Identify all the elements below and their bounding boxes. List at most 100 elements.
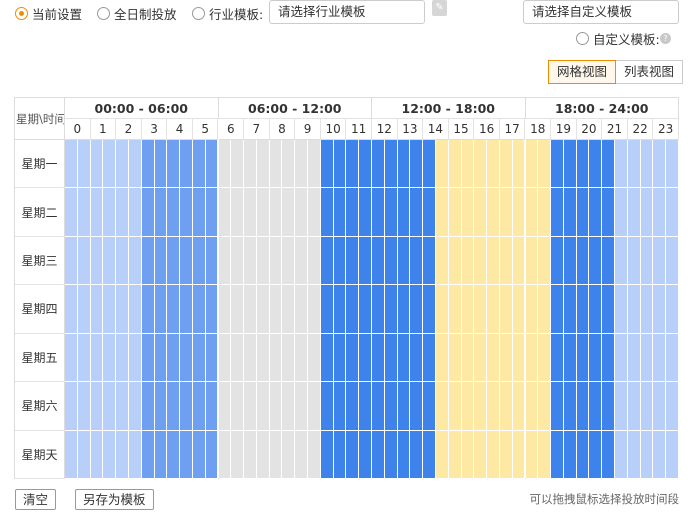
time-slot-cell[interactable] [448, 140, 462, 189]
time-slot-cell[interactable] [256, 140, 270, 189]
time-slot-cell[interactable] [499, 430, 513, 479]
time-slot-cell[interactable] [448, 430, 462, 479]
time-slot-cell[interactable] [487, 333, 500, 383]
time-slot-cell[interactable] [116, 140, 129, 189]
time-slot-cell[interactable] [487, 430, 500, 479]
time-slot-cell[interactable] [666, 382, 679, 431]
time-slot-cell[interactable] [410, 236, 424, 286]
time-slot-cell[interactable] [589, 140, 603, 189]
time-slot-cell[interactable] [269, 140, 283, 189]
radio-custom-template[interactable]: 自定义模板: [576, 27, 660, 49]
time-slot-cell[interactable] [244, 382, 257, 431]
time-slot-cell[interactable] [448, 188, 462, 237]
time-slot-cell[interactable] [474, 236, 488, 286]
time-slot-cell[interactable] [653, 382, 667, 431]
time-slot-cell[interactable] [167, 236, 181, 286]
time-slot-cell[interactable] [282, 430, 296, 479]
time-slot-cell[interactable] [589, 285, 603, 334]
time-slot-cell[interactable] [538, 236, 552, 286]
time-slot-cell[interactable] [525, 382, 539, 431]
time-slot-cell[interactable] [77, 382, 91, 431]
save-as-template-button[interactable]: 另存为模板 [75, 489, 154, 510]
time-slot-cell[interactable] [141, 236, 155, 286]
time-slot-cell[interactable] [244, 285, 257, 334]
time-slot-cell[interactable] [231, 333, 245, 383]
time-slot-cell[interactable] [666, 236, 679, 286]
time-slot-cell[interactable] [244, 236, 257, 286]
time-slot-cell[interactable] [205, 236, 219, 286]
time-slot-cell[interactable] [282, 140, 296, 189]
time-slot-cell[interactable] [65, 333, 78, 383]
time-slot-cell[interactable] [384, 140, 398, 189]
time-slot-cell[interactable] [359, 285, 372, 334]
time-slot-cell[interactable] [423, 382, 436, 431]
time-slot-cell[interactable] [205, 285, 219, 334]
time-slot-cell[interactable] [525, 285, 539, 334]
time-slot-cell[interactable] [563, 140, 577, 189]
time-slot-cell[interactable] [359, 188, 372, 237]
time-slot-cell[interactable] [653, 333, 667, 383]
time-slot-cell[interactable] [640, 140, 654, 189]
time-slot-cell[interactable] [205, 430, 219, 479]
time-slot-cell[interactable] [615, 382, 628, 431]
time-slot-cell[interactable] [448, 285, 462, 334]
time-slot-cell[interactable] [653, 285, 667, 334]
radio-current-setting[interactable]: 当前设置 [15, 2, 82, 24]
time-slot-cell[interactable] [269, 188, 283, 237]
time-slot-cell[interactable] [192, 382, 206, 431]
time-slot-cell[interactable] [525, 333, 539, 383]
time-slot-cell[interactable] [116, 236, 129, 286]
time-slot-cell[interactable] [116, 285, 129, 334]
time-slot-cell[interactable] [90, 430, 104, 479]
time-slot-cell[interactable] [487, 236, 500, 286]
time-slot-cell[interactable] [90, 285, 104, 334]
time-slot-cell[interactable] [269, 285, 283, 334]
time-slot-cell[interactable] [308, 140, 321, 189]
time-slot-cell[interactable] [77, 285, 91, 334]
time-slot-cell[interactable] [435, 236, 449, 286]
time-slot-cell[interactable] [602, 285, 616, 334]
time-slot-cell[interactable] [90, 188, 104, 237]
time-slot-cell[interactable] [205, 140, 219, 189]
time-slot-cell[interactable] [346, 285, 360, 334]
time-slot-cell[interactable] [576, 430, 590, 479]
time-slot-cell[interactable] [65, 140, 78, 189]
time-slot-cell[interactable] [423, 236, 436, 286]
time-slot-cell[interactable] [256, 333, 270, 383]
time-slot-cell[interactable] [538, 333, 552, 383]
time-slot-cell[interactable] [410, 188, 424, 237]
time-slot-cell[interactable] [256, 236, 270, 286]
time-slot-cell[interactable] [423, 333, 436, 383]
time-slot-cell[interactable] [499, 382, 513, 431]
time-slot-cell[interactable] [615, 236, 628, 286]
time-slot-cell[interactable] [218, 430, 232, 479]
time-slot-cell[interactable] [320, 430, 334, 479]
time-slot-cell[interactable] [295, 382, 309, 431]
time-slot-cell[interactable] [167, 188, 181, 237]
time-slot-cell[interactable] [65, 382, 78, 431]
time-slot-cell[interactable] [308, 333, 321, 383]
time-slot-cell[interactable] [205, 188, 219, 237]
time-slot-cell[interactable] [269, 333, 283, 383]
time-slot-cell[interactable] [90, 382, 104, 431]
time-slot-cell[interactable] [90, 333, 104, 383]
time-slot-cell[interactable] [589, 382, 603, 431]
time-slot-cell[interactable] [551, 236, 564, 286]
time-slot-cell[interactable] [295, 140, 309, 189]
time-slot-cell[interactable] [512, 188, 526, 237]
time-slot-cell[interactable] [218, 285, 232, 334]
time-slot-cell[interactable] [346, 382, 360, 431]
time-slot-cell[interactable] [333, 333, 347, 383]
time-slot-cell[interactable] [269, 382, 283, 431]
time-slot-cell[interactable] [576, 382, 590, 431]
time-slot-cell[interactable] [576, 236, 590, 286]
time-slot-cell[interactable] [474, 382, 488, 431]
time-slot-cell[interactable] [372, 382, 385, 431]
time-slot-cell[interactable] [359, 236, 372, 286]
time-slot-cell[interactable] [397, 140, 411, 189]
time-slot-cell[interactable] [627, 333, 641, 383]
time-slot-cell[interactable] [538, 285, 552, 334]
time-slot-cell[interactable] [154, 382, 168, 431]
time-slot-cell[interactable] [576, 285, 590, 334]
time-slot-cell[interactable] [244, 430, 257, 479]
